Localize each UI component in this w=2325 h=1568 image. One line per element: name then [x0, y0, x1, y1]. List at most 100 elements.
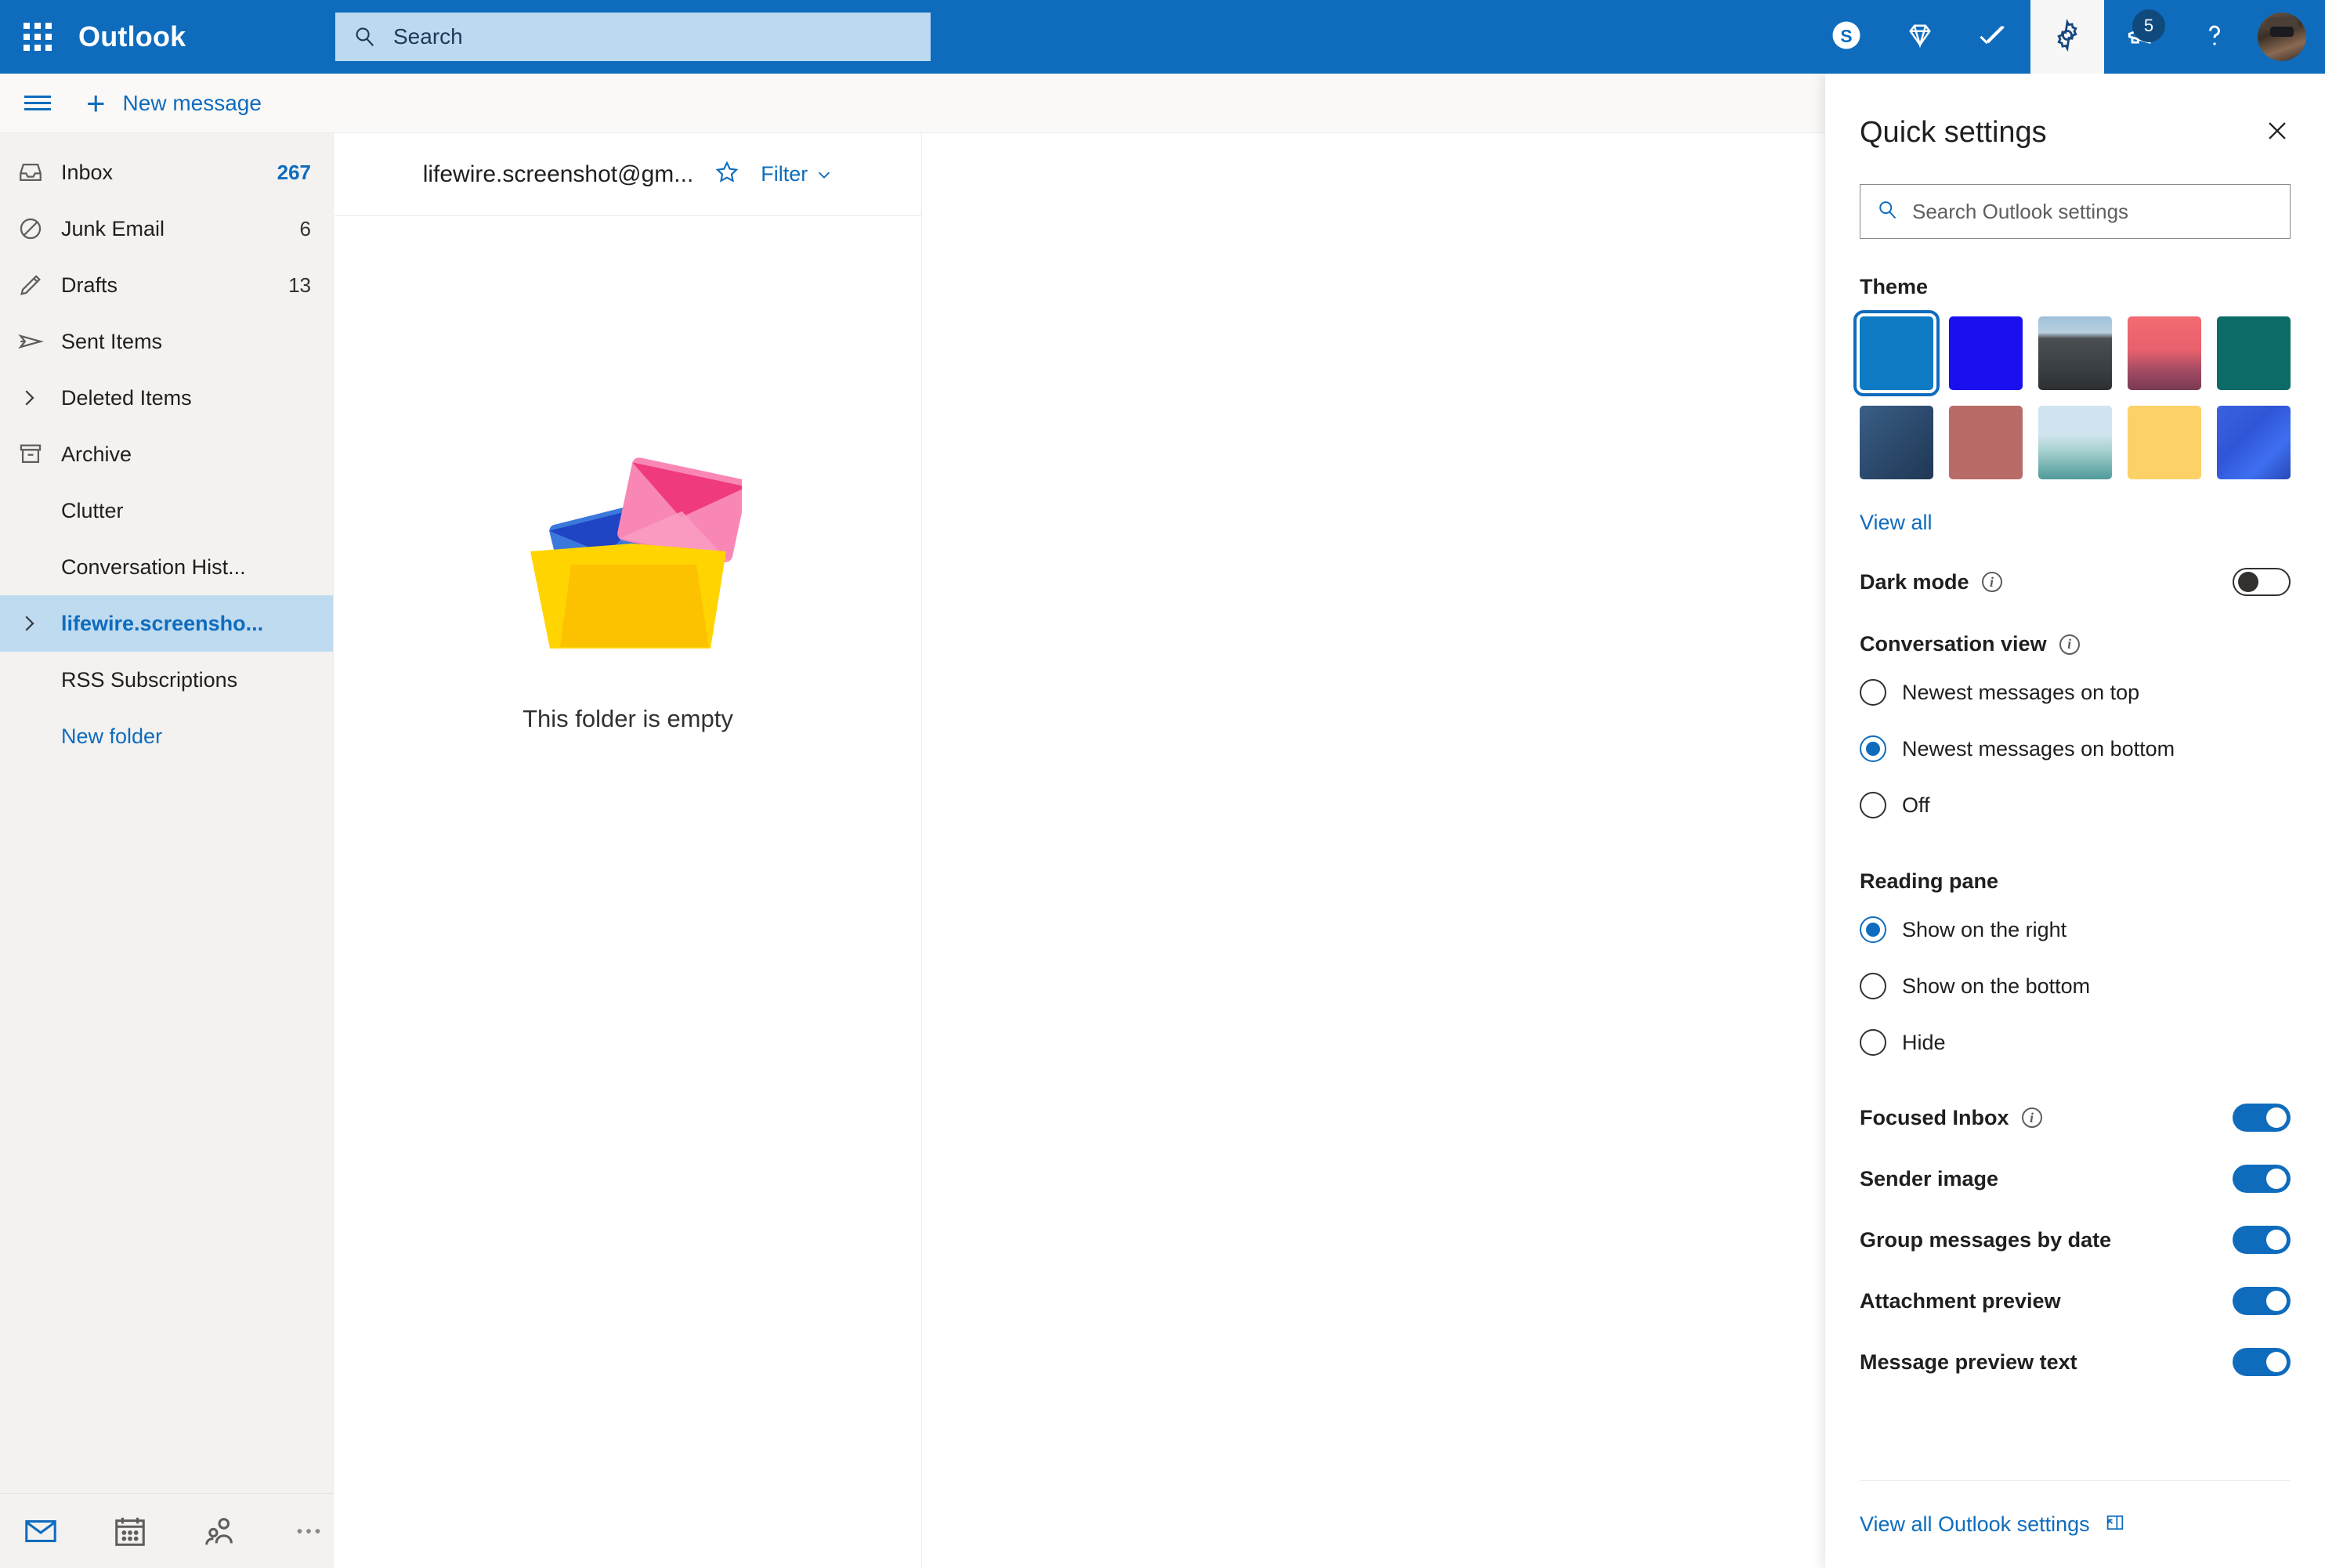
dark-mode-label: Dark mode — [1860, 569, 1969, 594]
theme-circuit-board[interactable] — [2217, 316, 2291, 390]
feature-toggle-list: Focused Inbox i Sender image Group messages… — [1860, 1104, 2291, 1376]
sidebar-item-inbox[interactable]: Inbox 267 — [0, 144, 333, 201]
radio-button[interactable] — [1860, 735, 1886, 762]
empty-folder-text: This folder is empty — [522, 705, 733, 732]
sender-image-toggle[interactable] — [2233, 1165, 2291, 1193]
chevron-right-icon — [17, 612, 61, 635]
theme-red-lights[interactable] — [1949, 406, 2023, 479]
help-button[interactable] — [2178, 0, 2251, 74]
message-list-header: lifewire.screenshot@gm... Filter — [334, 133, 921, 216]
chevron-down-icon — [819, 172, 830, 179]
quick-settings-panel: Quick settings Search Outlook settings T… — [1825, 74, 2325, 1568]
sidebar-item-lifewire-screensho[interactable]: lifewire.screensho... — [0, 595, 333, 652]
reading-pane-option-show-on-the-bottom[interactable]: Show on the bottom — [1860, 958, 2291, 1014]
send-icon — [17, 328, 61, 355]
skype-button[interactable]: S — [1810, 0, 1883, 74]
pencil-icon — [17, 272, 61, 298]
account-manager-button[interactable] — [2251, 0, 2325, 74]
dark-mode-row: Dark mode i — [1860, 568, 2291, 596]
new-message-button[interactable]: + New message — [86, 86, 262, 120]
sidebar-item-conversation-hist[interactable]: Conversation Hist... — [0, 539, 333, 595]
radio-button[interactable] — [1860, 792, 1886, 818]
attachment-preview-label-group: Attachment preview — [1860, 1289, 2061, 1313]
theme-pure-blue[interactable] — [1949, 316, 2023, 390]
sidebar-item-new-folder[interactable]: New folder — [0, 708, 333, 764]
sidebar-item-label: Drafts — [61, 273, 118, 297]
whats-new-badge: 5 — [2132, 9, 2165, 42]
theme-sailboat[interactable] — [2038, 406, 2112, 479]
settings-search-input[interactable]: Search Outlook settings — [1860, 184, 2291, 239]
message-list-pane: lifewire.screenshot@gm... Filter This fo… — [334, 133, 922, 1568]
premium-button[interactable] — [1883, 0, 1957, 74]
sidebar-item-junk-email[interactable]: Junk Email 6 — [0, 201, 333, 257]
radio-label: Show on the right — [1902, 917, 2067, 941]
settings-button[interactable] — [2030, 0, 2104, 74]
theme-gold-star[interactable] — [2128, 406, 2201, 479]
quick-settings-header: Quick settings — [1860, 74, 2291, 150]
todo-button[interactable] — [1957, 0, 2030, 74]
radio-button[interactable] — [1860, 973, 1886, 999]
global-search-box[interactable]: Search — [335, 13, 931, 61]
view-all-settings-link[interactable]: View all Outlook settings — [1860, 1512, 2090, 1537]
quick-settings-title: Quick settings — [1860, 116, 2047, 149]
settings-search-placeholder: Search Outlook settings — [1912, 199, 2129, 223]
info-icon[interactable]: i — [2059, 634, 2080, 655]
dark-mode-label-group: Dark mode i — [1860, 570, 2002, 594]
attachment-preview-toggle[interactable] — [2233, 1287, 2291, 1315]
theme-denim-stamp[interactable] — [1860, 406, 1933, 479]
theme-default-blue[interactable] — [1853, 310, 1940, 396]
radio-button[interactable] — [1860, 1029, 1886, 1056]
radio-button[interactable] — [1860, 916, 1886, 943]
radio-label: Newest messages on bottom — [1902, 736, 2175, 761]
chevron-right-icon — [17, 386, 61, 410]
nav-toggle-button[interactable] — [0, 74, 75, 133]
sidebar-item-archive[interactable]: Archive — [0, 426, 333, 482]
whats-new-button[interactable]: 5 — [2104, 0, 2178, 74]
star-icon[interactable] — [714, 159, 740, 190]
filter-button[interactable]: Filter — [761, 162, 833, 186]
app-brand-title: Outlook — [78, 20, 186, 52]
sidebar-item-label: RSS Subscriptions — [61, 667, 238, 692]
attachment-preview-label: Attachment preview — [1860, 1288, 2061, 1313]
radio-button[interactable] — [1860, 679, 1886, 706]
info-icon[interactable]: i — [1981, 572, 2002, 592]
dark-mode-toggle[interactable] — [2233, 568, 2291, 596]
sidebar-item-sent-items[interactable]: Sent Items — [0, 313, 333, 370]
app-launcher-button[interactable] — [0, 0, 75, 74]
group-messages-by-date-toggle[interactable] — [2233, 1226, 2291, 1254]
theme-blue-wave[interactable] — [2217, 406, 2291, 479]
theme-palm-sunset[interactable] — [2128, 316, 2201, 390]
conversation-view-option-newest-messages-on-top[interactable]: Newest messages on top — [1860, 664, 2291, 721]
todo-check-icon — [1976, 18, 2011, 56]
sidebar-item-rss-subscriptions[interactable]: RSS Subscriptions — [0, 652, 333, 708]
theme-mountain[interactable] — [2038, 316, 2112, 390]
focused-inbox-toggle[interactable] — [2233, 1104, 2291, 1132]
skype-icon: S — [1830, 19, 1863, 56]
theme-view-all-link[interactable]: View all — [1860, 511, 1933, 535]
calendar-app-button[interactable] — [108, 1509, 152, 1553]
more-apps-button[interactable] — [287, 1509, 331, 1553]
sidebar-item-clutter[interactable]: Clutter — [0, 482, 333, 539]
folder-pane: Inbox 267 Junk Email 6 Drafts 13 Sent Items Del… — [0, 133, 334, 1568]
sidebar-item-count: 6 — [299, 216, 311, 240]
page-title: lifewire.screenshot@gm... — [422, 161, 694, 187]
sidebar-item-label: Conversation Hist... — [61, 555, 246, 579]
reading-pane — [923, 133, 1825, 1568]
reading-pane-option-hide[interactable]: Hide — [1860, 1014, 2291, 1071]
info-icon[interactable]: i — [2021, 1107, 2042, 1128]
message-preview-text-toggle[interactable] — [2233, 1348, 2291, 1376]
focused-inbox-label: Focused Inbox — [1860, 1105, 2009, 1129]
group-messages-by-date-label-group: Group messages by date — [1860, 1228, 2111, 1252]
sidebar-item-drafts[interactable]: Drafts 13 — [0, 257, 333, 313]
people-app-button[interactable] — [197, 1509, 241, 1553]
mail-app-button[interactable] — [19, 1509, 63, 1553]
radio-label: Newest messages on top — [1902, 680, 2140, 704]
help-icon — [2197, 18, 2232, 56]
sidebar-item-label: Junk Email — [61, 216, 165, 240]
sidebar-item-deleted-items[interactable]: Deleted Items — [0, 370, 333, 426]
conversation-view-option-off[interactable]: Off — [1860, 777, 2291, 833]
reading-pane-option-show-on-the-right[interactable]: Show on the right — [1860, 901, 2291, 958]
radio-label: Off — [1902, 793, 1930, 817]
conversation-view-option-newest-messages-on-bottom[interactable]: Newest messages on bottom — [1860, 721, 2291, 777]
close-icon[interactable] — [2264, 117, 2291, 149]
